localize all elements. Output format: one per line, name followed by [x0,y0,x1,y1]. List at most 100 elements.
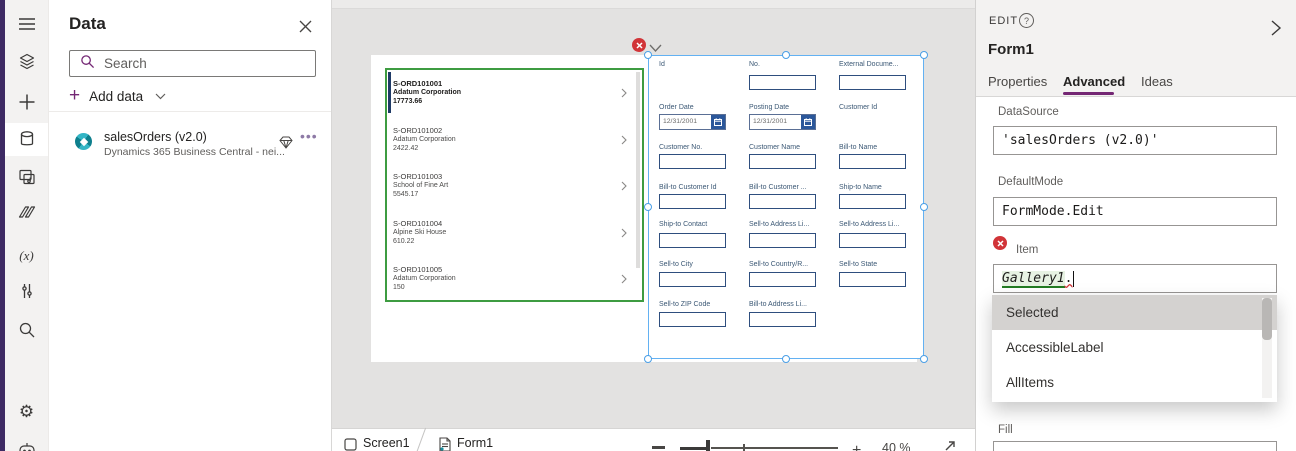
settings-icon[interactable]: ⚙ [5,399,48,423]
search-box[interactable] [69,50,316,77]
edit-mode-label: EDIT [989,15,1019,27]
selection-handle[interactable] [644,355,652,363]
virtual-agent-icon[interactable] [5,438,48,451]
form-field-label: Sell-to ZIP Code [659,301,711,308]
form-text-input[interactable] [749,154,816,169]
gallery-item[interactable]: S-ORD101004 Alpine Ski House 610.22 [387,210,642,256]
zoom-out-icon[interactable] [652,446,665,449]
gallery-item-amount: 2422.42 [393,144,419,152]
text-cursor [1072,270,1075,287]
selection-handle[interactable] [644,51,652,59]
dropdown-option-allitems[interactable]: AllItems [992,365,1277,400]
close-icon[interactable] [296,17,314,35]
tab-ideas[interactable]: Ideas [1141,74,1173,89]
form-text-input[interactable] [749,312,816,327]
insert-icon[interactable] [5,90,48,114]
tree-view-icon[interactable] [5,50,48,74]
fit-to-window-icon[interactable] [943,439,957,451]
error-badge-icon[interactable] [993,236,1007,250]
gallery-item-id: S-ORD101004 [393,218,443,228]
form-text-input[interactable] [839,233,906,248]
form-text-input[interactable] [839,194,906,209]
form-text-input[interactable] [659,233,726,248]
advanced-tools-icon[interactable] [5,279,48,303]
formula-token-gallery: Gallery1 [1002,271,1065,288]
selection-handle[interactable] [782,355,790,363]
search-rail-icon[interactable] [5,318,48,342]
dropdown-option-accessiblelabel[interactable]: AccessibleLabel [992,330,1277,365]
tab-advanced[interactable]: Advanced [1063,74,1125,89]
gallery-item[interactable]: S-ORD101005 Adatum Corporation 150 [387,256,642,302]
form-date-input[interactable]: 12/31/2001 [659,114,726,130]
selection-handle[interactable] [644,203,652,211]
canvas-workspace[interactable]: S-ORD101001 Adatum Corporation 17773.66 … [332,0,975,451]
tab-properties[interactable]: Properties [988,74,1047,89]
form-date-input[interactable]: 12/31/2001 [749,114,816,130]
datasource-formula-input[interactable]: 'salesOrders (v2.0)' [993,126,1277,155]
form-control[interactable]: Id No. External Docume... Order Date Pos… [648,55,924,359]
item-formula-input[interactable]: Gallery1. [993,264,1277,293]
form-text-input[interactable] [839,272,906,287]
form-field-label: Bill-to Name [839,144,878,151]
form-field-label: Sell-to Address Li... [839,221,900,228]
canvas-footer-bar: Screen1 Form1 + 40 % [332,427,975,451]
chevron-right-icon[interactable] [621,85,627,103]
business-central-connector-icon [75,133,92,150]
gallery-item[interactable]: S-ORD101002 Adatum Corporation 2422.42 [387,117,642,163]
form-text-input[interactable] [749,75,816,90]
gallery-item-company: Adatum Corporation [393,89,462,96]
zoom-slider-track[interactable] [680,446,708,450]
help-icon[interactable]: ? [1019,13,1034,28]
fill-formula-input[interactable] [993,441,1277,451]
menu-icon[interactable] [5,12,48,36]
gallery-item-id: S-ORD101001 [393,79,443,88]
selection-handle[interactable] [920,203,928,211]
form-text-input[interactable] [839,154,906,169]
form-field-label: Ship-to Contact [659,221,708,228]
form-text-input[interactable] [659,312,726,327]
search-input[interactable] [104,56,294,71]
more-options-icon[interactable]: ••• [300,128,318,144]
gallery-item[interactable]: S-ORD101003 School of Fine Art 5545.17 [387,163,642,209]
chevron-right-icon[interactable] [621,132,627,150]
zoom-in-icon[interactable]: + [852,442,861,451]
dropdown-option-selected[interactable]: Selected [992,295,1277,330]
screen-tab[interactable]: Screen1 [363,436,410,450]
form-text-input[interactable] [749,194,816,209]
form-text-input[interactable] [659,194,726,209]
media-icon[interactable] [5,165,48,189]
gallery-control[interactable]: S-ORD101001 Adatum Corporation 17773.66 … [385,68,644,302]
add-data-button[interactable]: + Add data [69,86,166,106]
gallery-item[interactable]: S-ORD101001 Adatum Corporation 17773.66 [387,70,642,116]
form-field-label: Sell-to Address Li... [749,221,810,228]
data-icon[interactable] [5,127,48,151]
form-text-input[interactable] [749,233,816,248]
left-rail: (x) ⚙ [5,0,48,451]
calendar-icon[interactable] [801,115,815,129]
variables-icon[interactable]: (x) [5,244,48,268]
dropdown-scrollbar[interactable] [1262,298,1272,398]
form-tab[interactable]: Form1 [457,436,493,450]
datasource-list-item[interactable]: salesOrders (v2.0) Dynamics 365 Business… [49,122,331,164]
selection-handle[interactable] [782,51,790,59]
form-field-label: Customer No. [659,144,703,151]
form-text-input[interactable] [749,272,816,287]
form-text-input[interactable] [659,154,726,169]
selection-handle[interactable] [920,355,928,363]
selection-handle[interactable] [920,51,928,59]
calendar-icon[interactable] [711,115,725,129]
zoom-slider-track[interactable] [711,447,838,449]
gallery-item-id: S-ORD101005 [393,265,443,274]
defaultmode-formula-input[interactable]: FormMode.Edit [993,197,1277,226]
error-badge-icon[interactable] [632,38,646,52]
chevron-right-icon[interactable] [621,225,627,243]
form-text-input[interactable] [659,272,726,287]
add-data-label: Add data [89,88,144,104]
collapse-panel-icon[interactable] [1269,19,1283,42]
chevron-right-icon[interactable] [621,178,627,196]
chevron-right-icon[interactable] [621,271,627,289]
form-text-input[interactable] [839,75,906,90]
dropdown-scrollbar-thumb[interactable] [1262,298,1272,340]
gallery-item-amount: 5545.17 [393,191,419,198]
power-automate-icon[interactable] [5,200,48,224]
